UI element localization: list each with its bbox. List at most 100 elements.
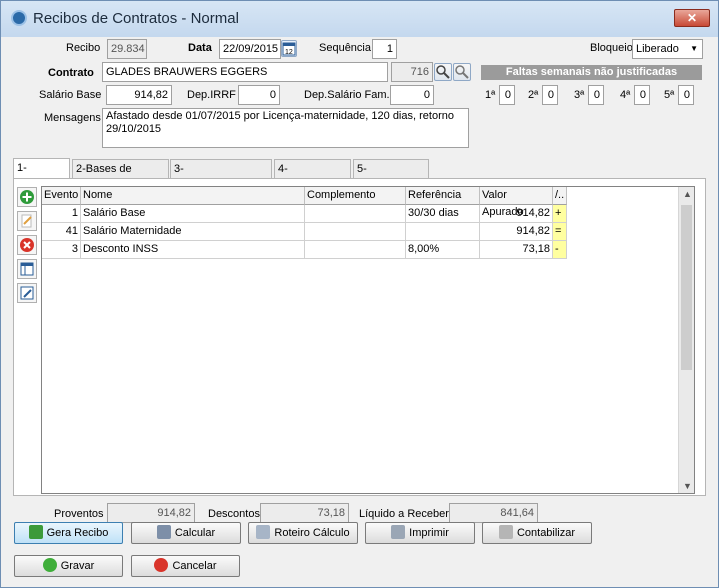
column-header-sinal[interactable]: /.. bbox=[553, 187, 567, 205]
descontos-field: 73,18 bbox=[260, 503, 349, 523]
calcular-label: Calcular bbox=[174, 527, 216, 539]
calculator-icon bbox=[156, 525, 171, 539]
search-advanced-icon[interactable] bbox=[453, 63, 471, 81]
gravar-button[interactable]: Gravar bbox=[14, 555, 123, 577]
columns-icon[interactable] bbox=[17, 259, 37, 279]
column-header-valor[interactable]: Valor Apurado bbox=[480, 187, 553, 218]
cell-nome: Salário Maternidade bbox=[81, 223, 305, 241]
mensagens-label: Mensagens bbox=[44, 112, 101, 124]
cell-sinal: + bbox=[553, 205, 567, 223]
cell-sinal: - bbox=[553, 241, 567, 259]
cancel-icon bbox=[154, 558, 169, 572]
tab-eventos[interactable]: 1-Eventos bbox=[13, 158, 70, 192]
bloqueio-value: Liberado bbox=[636, 43, 679, 55]
cell-valor: 914,82 bbox=[480, 223, 553, 241]
edit-icon[interactable] bbox=[17, 211, 37, 231]
column-header-referencia[interactable]: Referência bbox=[406, 187, 480, 205]
cell-valor: 73,18 bbox=[480, 241, 553, 259]
calendar-icon[interactable]: 12 bbox=[281, 40, 297, 57]
tab-observacao[interactable]: 5-Observação bbox=[353, 159, 429, 193]
contabilizar-label: Contabilizar bbox=[516, 527, 576, 539]
week-3-label: 3ª bbox=[574, 89, 585, 101]
roteiro-calculo-button[interactable]: Roteiro Cálculo bbox=[248, 522, 358, 544]
cell-referencia bbox=[406, 223, 480, 241]
arrow-right-icon bbox=[28, 525, 43, 539]
contrato-label: Contrato bbox=[48, 67, 94, 79]
cell-nome: Salário Base bbox=[81, 205, 305, 223]
cell-referencia: 30/30 dias bbox=[406, 205, 480, 223]
contabilizar-button[interactable]: Contabilizar bbox=[482, 522, 592, 544]
data-field[interactable]: 22/09/2015 bbox=[219, 39, 281, 59]
irrf-field[interactable]: 0 bbox=[238, 85, 280, 105]
roteiro-label: Roteiro Cálculo bbox=[274, 527, 350, 539]
cell-complemento bbox=[305, 223, 406, 241]
cell-referencia: 8,00% bbox=[406, 241, 480, 259]
cell-complemento bbox=[305, 241, 406, 259]
cell-nome: Desconto INSS bbox=[81, 241, 305, 259]
bloqueio-label: Bloqueio bbox=[590, 42, 633, 54]
imprimir-label: Imprimir bbox=[409, 527, 449, 539]
depsal-field[interactable]: 0 bbox=[390, 85, 434, 105]
cell-valor: 914,82 bbox=[480, 205, 553, 223]
magnifier-icon bbox=[256, 525, 271, 539]
salario-label: Salário Base bbox=[39, 89, 102, 101]
tab-tomadores-obras[interactable]: 3-Tomadores/Obras bbox=[170, 159, 272, 193]
week-1-label: 1ª bbox=[485, 89, 496, 101]
week-3-field[interactable]: 0 bbox=[588, 85, 604, 105]
week-2-field[interactable]: 0 bbox=[542, 85, 558, 105]
printer-icon bbox=[391, 525, 406, 539]
column-header-nome[interactable]: Nome bbox=[81, 187, 305, 205]
contrato-field[interactable]: GLADES BRAUWERS EGGERS bbox=[102, 62, 388, 82]
week-2-label: 2ª bbox=[528, 89, 539, 101]
sequencia-label: Sequência bbox=[319, 42, 371, 54]
liquido-label: Líquido a Receber bbox=[359, 508, 449, 520]
week-4-field[interactable]: 0 bbox=[634, 85, 650, 105]
cell-complemento bbox=[305, 205, 406, 223]
cell-evento: 1 bbox=[42, 205, 81, 223]
sequencia-field[interactable]: 1 bbox=[372, 39, 397, 59]
vertical-scrollbar[interactable]: ▲ ▼ bbox=[678, 187, 694, 493]
week-4-label: 4ª bbox=[620, 89, 631, 101]
calcular-button[interactable]: Calcular bbox=[131, 522, 241, 544]
bloqueio-select[interactable]: Liberado ▼ bbox=[632, 39, 703, 59]
imprimir-button[interactable]: Imprimir bbox=[365, 522, 475, 544]
title-bar: Recibos de Contratos - Normal ✕ bbox=[1, 1, 718, 37]
week-5-field[interactable]: 0 bbox=[678, 85, 694, 105]
checkmark-icon bbox=[42, 558, 57, 572]
cell-evento: 41 bbox=[42, 223, 81, 241]
search-icon[interactable] bbox=[434, 63, 452, 81]
contrato-code-field: 716 bbox=[391, 62, 433, 82]
cancelar-button[interactable]: Cancelar bbox=[131, 555, 240, 577]
mensagens-field[interactable]: Afastado desde 01/07/2015 por Licença-ma… bbox=[102, 108, 469, 148]
week-5-label: 5ª bbox=[664, 89, 675, 101]
chevron-down-icon: ▼ bbox=[690, 44, 698, 53]
tab-bases-calculo[interactable]: 2-Bases de Cálculo bbox=[72, 159, 169, 193]
depsal-label: Dep.Salário Fam. bbox=[304, 89, 390, 101]
gera-recibo-label: Gera Recibo bbox=[46, 527, 109, 539]
app-icon bbox=[11, 10, 27, 26]
gravar-label: Gravar bbox=[60, 560, 95, 572]
scroll-thumb[interactable] bbox=[681, 205, 692, 370]
column-header-complemento[interactable]: Complemento bbox=[305, 187, 406, 205]
scroll-up-icon[interactable]: ▲ bbox=[683, 189, 692, 199]
cell-sinal: = bbox=[553, 223, 567, 241]
recibo-field: 29.834 bbox=[107, 39, 147, 59]
salario-field[interactable]: 914,82 bbox=[106, 85, 172, 105]
column-header-evento[interactable]: Evento bbox=[42, 187, 81, 205]
liquido-field: 841,64 bbox=[449, 503, 538, 523]
week-1-field[interactable]: 0 bbox=[499, 85, 515, 105]
delete-icon[interactable] bbox=[17, 235, 37, 255]
data-label: Data bbox=[188, 42, 212, 54]
window-title: Recibos de Contratos - Normal bbox=[33, 10, 239, 27]
add-icon[interactable] bbox=[17, 187, 37, 207]
ledger-icon bbox=[498, 525, 513, 539]
tab-informacoes[interactable]: 4-Informações bbox=[274, 159, 351, 193]
svg-text:12: 12 bbox=[285, 49, 293, 56]
edit-grid-icon[interactable] bbox=[17, 283, 37, 303]
recibo-label: Recibo bbox=[66, 42, 101, 54]
gera-recibo-button[interactable]: Gera Recibo bbox=[14, 522, 123, 544]
proventos-field: 914,82 bbox=[107, 503, 195, 523]
scroll-down-icon[interactable]: ▼ bbox=[683, 481, 692, 491]
close-button[interactable]: ✕ bbox=[674, 9, 710, 27]
cancelar-label: Cancelar bbox=[172, 560, 217, 572]
